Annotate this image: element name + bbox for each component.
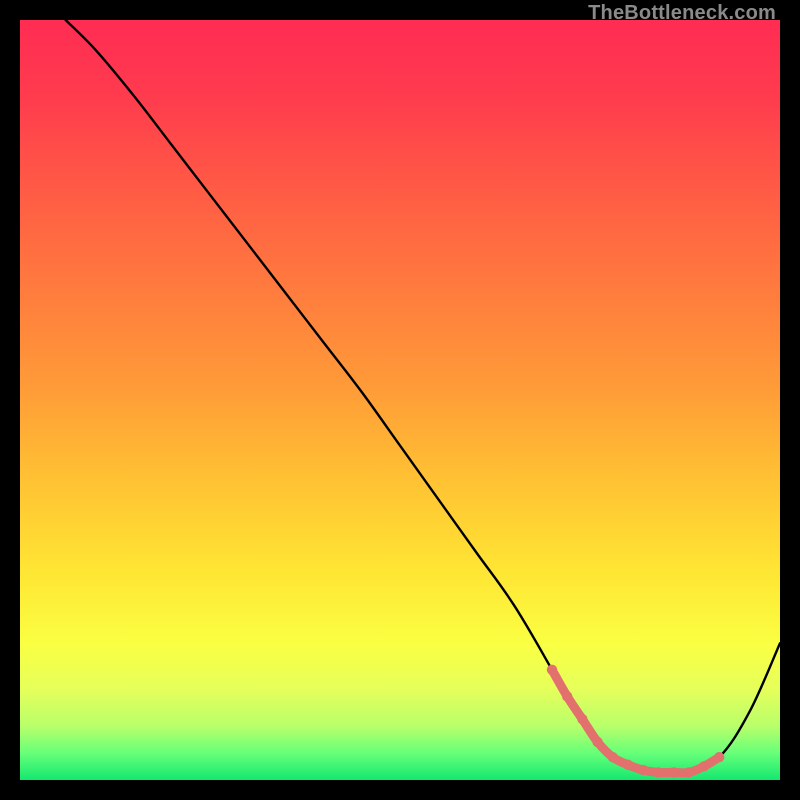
- gradient-background: [20, 20, 780, 780]
- optimal-range-marker: [668, 767, 678, 777]
- optimal-range-marker: [714, 752, 724, 762]
- watermark-text: TheBottleneck.com: [588, 2, 776, 25]
- optimal-range-marker: [638, 765, 648, 775]
- optimal-range-marker: [653, 767, 663, 777]
- optimal-range-marker: [684, 767, 694, 777]
- optimal-range-marker: [562, 691, 572, 701]
- optimal-range-marker: [577, 714, 587, 724]
- optimal-range-marker: [547, 665, 557, 675]
- optimal-range-marker: [699, 761, 709, 771]
- optimal-range-marker: [608, 752, 618, 762]
- optimal-range-marker: [592, 737, 602, 747]
- chart-frame: [20, 20, 780, 780]
- optimal-range-marker: [623, 760, 633, 770]
- bottleneck-chart: [20, 20, 780, 780]
